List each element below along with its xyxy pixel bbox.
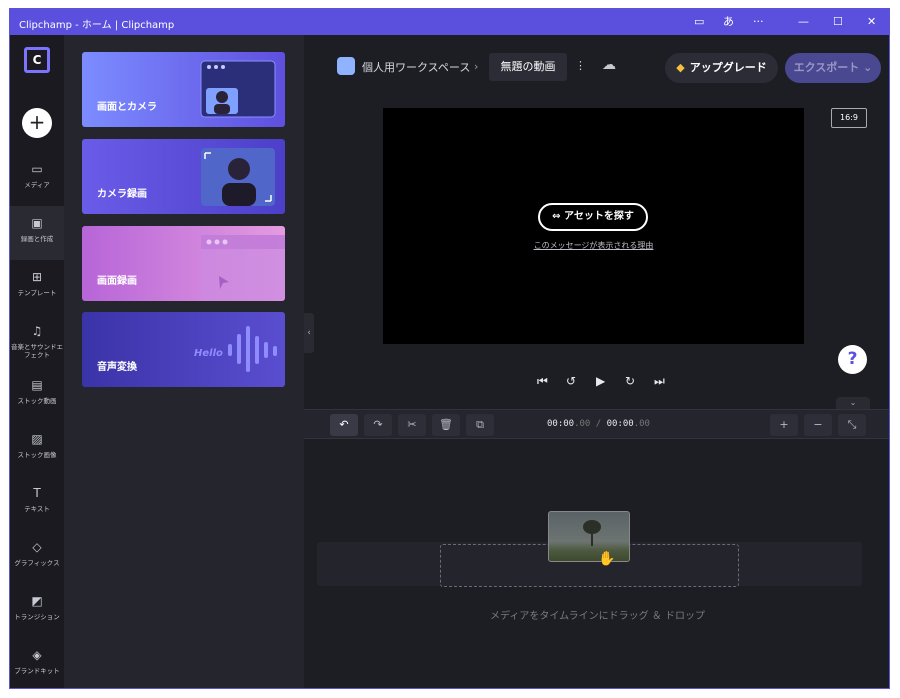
export-button[interactable]: エクスポート ⌄ — [785, 53, 881, 83]
folder-icon: ▭ — [31, 162, 43, 176]
nav-templates[interactable]: ⊞ テンプレート — [10, 260, 64, 314]
nav-transitions[interactable]: ◩ トランジション — [10, 584, 64, 638]
undo-icon[interactable]: ↶ — [330, 414, 358, 436]
project-more-icon[interactable]: ⋮ — [575, 59, 586, 72]
timecode-separator: / — [590, 419, 607, 429]
text-icon: T — [33, 486, 41, 500]
zoom-in-icon[interactable]: + — [770, 414, 798, 436]
nav-stock-images[interactable]: ▨ ストック画像 — [10, 422, 64, 476]
editor-main: 個人用ワークスペース › 無題の動画 ⋮ ☁ ◆ アップグレード エクスポート ⌄… — [304, 35, 889, 688]
hello-graphic-text: Hello — [194, 348, 223, 359]
find-assets-button[interactable]: ⇔ アセットを探す — [538, 203, 648, 231]
play-icon[interactable]: ▶ — [596, 374, 605, 388]
camera-recording-label: カメラ録画 — [97, 189, 147, 200]
timeline-toolbar: ↶ ↷ ✂ 🗑 ⧉ 00:00.00 / 00:00.00 + − ⤡ — [304, 409, 889, 439]
transition-icon: ◩ — [31, 594, 43, 608]
upgrade-button[interactable]: ◆ アップグレード — [665, 53, 778, 83]
workspace-avatar — [337, 57, 355, 75]
screen-camera-illustration — [200, 60, 276, 118]
fit-to-screen-icon[interactable]: ⤡ — [838, 414, 866, 436]
nav-media-label: メディア — [24, 181, 50, 189]
nav-graphics-label: グラフィックス — [14, 559, 60, 567]
video-preview: ⇔ アセットを探す このメッセージが表示される理由 — [383, 108, 804, 344]
nav-stock-video[interactable]: ▤ ストック動画 — [10, 368, 64, 422]
nav-music-sfx[interactable]: ♫ 音楽とサウンドエフェクト — [10, 314, 64, 368]
redo-icon[interactable]: ↷ — [364, 414, 392, 436]
nav-stock-video-label: ストック動画 — [17, 397, 57, 405]
templates-icon: ⊞ — [31, 270, 43, 284]
trash-icon[interactable]: 🗑 — [432, 414, 460, 436]
window-title: Clipchamp - ホーム | Clipchamp — [19, 20, 175, 31]
camera-recording-card[interactable]: カメラ録画 — [82, 139, 285, 214]
camera-illustration — [201, 148, 275, 206]
aspect-ratio-button[interactable]: 16:9 — [831, 108, 867, 128]
text-to-speech-label: 音声変換 — [97, 362, 137, 373]
clipchamp-logo[interactable]: C — [24, 47, 50, 73]
nav-templates-label: テンプレート — [17, 289, 57, 297]
grab-hand-icon: ✋ — [598, 551, 616, 567]
chevron-right-icon: › — [474, 60, 479, 73]
total-time-ms: .00 — [633, 419, 650, 429]
scissors-icon[interactable]: ✂ — [398, 414, 426, 436]
nav-brand-kit-label: ブランドキット — [14, 667, 60, 675]
screen-recording-card[interactable]: 画面録画 — [82, 226, 285, 301]
audio-wave-illustration — [228, 326, 277, 372]
timecode-display: 00:00.00 / 00:00.00 — [547, 419, 650, 429]
translate-icon[interactable]: あ — [723, 15, 734, 29]
rewind-5s-icon[interactable]: ↺ — [566, 374, 576, 388]
camera-icon[interactable]: ▭ — [694, 15, 704, 29]
project-title-field[interactable]: 無題の動画 — [489, 53, 567, 81]
left-nav-rail: C + ▭ メディア ▣ 録画と作成 ⊞ テンプレート ♫ 音楽とサウンドエフェ… — [10, 35, 64, 688]
close-button[interactable]: ✕ — [867, 15, 876, 29]
help-button[interactable]: ? — [838, 345, 867, 374]
diamond-icon: ◆ — [676, 61, 685, 74]
timeline-area: ✋ メディアをタイムラインにドラッグ ＆ ドロップ — [304, 439, 889, 688]
title-bar: Clipchamp - ホーム | Clipchamp ▭ あ ··· — ☐ … — [10, 9, 889, 35]
total-time: 00:00 — [606, 419, 634, 429]
brand-kit-icon: ◈ — [32, 648, 42, 662]
cloud-sync-icon[interactable]: ☁ — [602, 57, 616, 73]
nav-music-sfx-label: 音楽とサウンドエフェクト — [11, 343, 63, 359]
tree-trunk — [591, 532, 593, 546]
record-create-panel: 画面とカメラ カメラ録画 画面録画 Hello 音声変換 — [64, 35, 304, 688]
duplicate-icon[interactable]: ⧉ — [466, 414, 494, 436]
more-options-icon[interactable]: ··· — [753, 15, 764, 29]
nav-text-label: テキスト — [24, 505, 50, 513]
dragging-media-thumbnail[interactable] — [548, 511, 630, 562]
forward-5s-icon[interactable]: ↻ — [625, 374, 635, 388]
screen-and-camera-card[interactable]: 画面とカメラ — [82, 52, 285, 127]
nav-brand-kit[interactable]: ◈ ブランドキット — [10, 638, 64, 688]
zoom-out-icon[interactable]: − — [804, 414, 832, 436]
nav-transitions-label: トランジション — [14, 613, 60, 621]
create-new-button[interactable]: + — [22, 108, 52, 138]
why-message-link[interactable]: このメッセージが表示される理由 — [383, 240, 804, 251]
current-time: 00:00 — [547, 419, 575, 429]
nav-record-create[interactable]: ▣ 録画と作成 — [10, 206, 64, 260]
shapes-icon: ◇ — [32, 540, 42, 554]
maximize-button[interactable]: ☐ — [833, 15, 843, 29]
collapse-preview-tab[interactable]: ⌄ — [836, 397, 870, 409]
screen-and-camera-label: 画面とカメラ — [97, 102, 157, 113]
minimize-button[interactable]: — — [798, 15, 809, 29]
text-to-speech-card[interactable]: Hello 音声変換 — [82, 312, 285, 387]
nav-stock-images-label: ストック画像 — [17, 451, 57, 459]
nav-record-create-label: 録画と作成 — [20, 235, 54, 243]
app-window: Clipchamp - ホーム | Clipchamp ▭ あ ··· — ☐ … — [9, 8, 890, 689]
video-camera-icon: ▣ — [31, 216, 43, 230]
skip-to-start-icon[interactable]: ⏮ — [537, 374, 548, 388]
drop-hint-text: メディアをタイムラインにドラッグ ＆ ドロップ — [490, 611, 705, 622]
skip-to-end-icon[interactable]: ⏭ — [654, 374, 665, 388]
screen-recording-label: 画面録画 — [97, 276, 137, 287]
upgrade-label: アップグレード — [689, 61, 767, 74]
music-note-icon: ♫ — [31, 324, 43, 338]
nav-media[interactable]: ▭ メディア — [10, 152, 64, 206]
image-icon: ▨ — [31, 432, 43, 446]
film-icon: ▤ — [31, 378, 43, 392]
current-time-ms: .00 — [574, 419, 591, 429]
workspace-breadcrumb[interactable]: 個人用ワークスペース — [362, 59, 470, 75]
screen-illustration — [201, 235, 285, 301]
nav-graphics[interactable]: ◇ グラフィックス — [10, 530, 64, 584]
nav-text[interactable]: T テキスト — [10, 476, 64, 530]
